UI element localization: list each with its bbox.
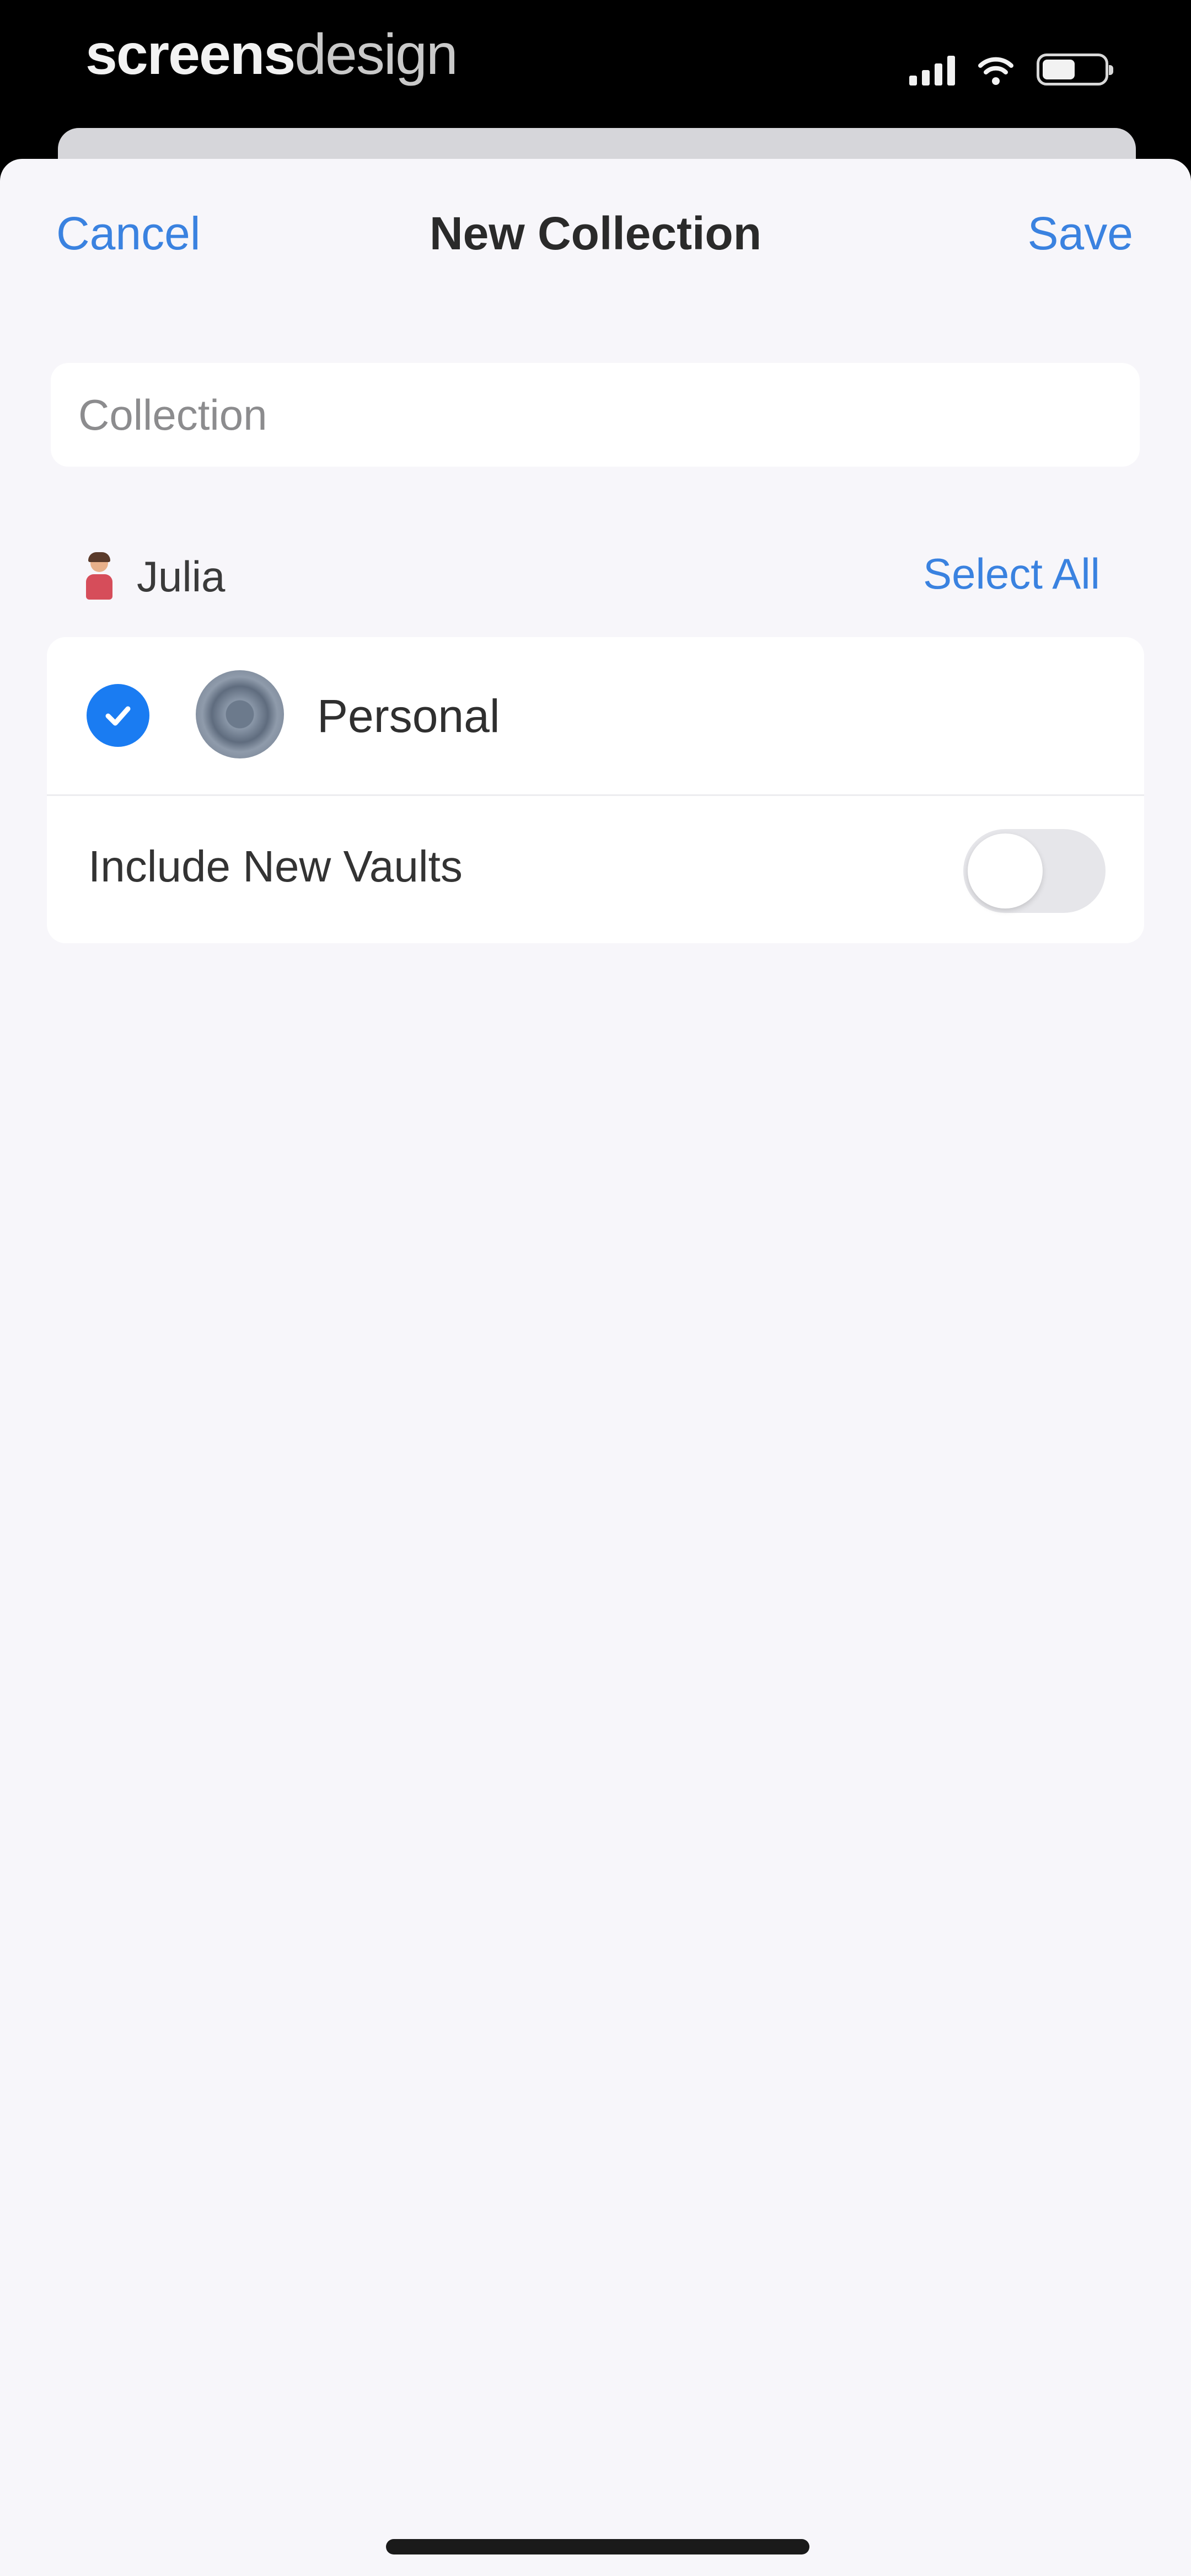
watermark-bold-text: screens	[85, 23, 296, 87]
vault-label: Personal	[317, 690, 500, 742]
user-avatar-icon	[83, 552, 116, 601]
collection-name-input[interactable]	[51, 363, 1140, 467]
wifi-icon	[978, 55, 1013, 85]
page-title: New Collection	[429, 207, 762, 259]
include-new-vaults-row: Include New Vaults	[47, 796, 1144, 943]
vault-icon	[196, 670, 284, 758]
home-indicator[interactable]	[386, 2539, 809, 2554]
include-new-vaults-toggle[interactable]	[963, 829, 1106, 913]
select-all-button[interactable]: Select All	[923, 549, 1100, 599]
status-bar: screensdesign	[0, 0, 1191, 132]
watermark-light-text: design	[294, 23, 458, 87]
vault-list: Personal Include New Vaults	[47, 637, 1144, 943]
include-new-vaults-label: Include New Vaults	[88, 842, 463, 891]
toggle-knob	[968, 833, 1043, 908]
checkmark-icon[interactable]	[87, 684, 149, 747]
battery-icon	[1037, 54, 1113, 85]
account-name: Julia	[137, 552, 226, 601]
modal-sheet	[0, 159, 1191, 2576]
save-button[interactable]: Save	[1028, 207, 1133, 260]
watermark-logo: screensdesign	[85, 22, 458, 88]
account-header: Julia	[83, 546, 225, 607]
battery-fill	[1043, 60, 1075, 79]
vault-row-personal[interactable]: Personal	[47, 637, 1144, 794]
status-icons	[909, 52, 1113, 85]
cellular-signal-icon	[909, 55, 955, 85]
